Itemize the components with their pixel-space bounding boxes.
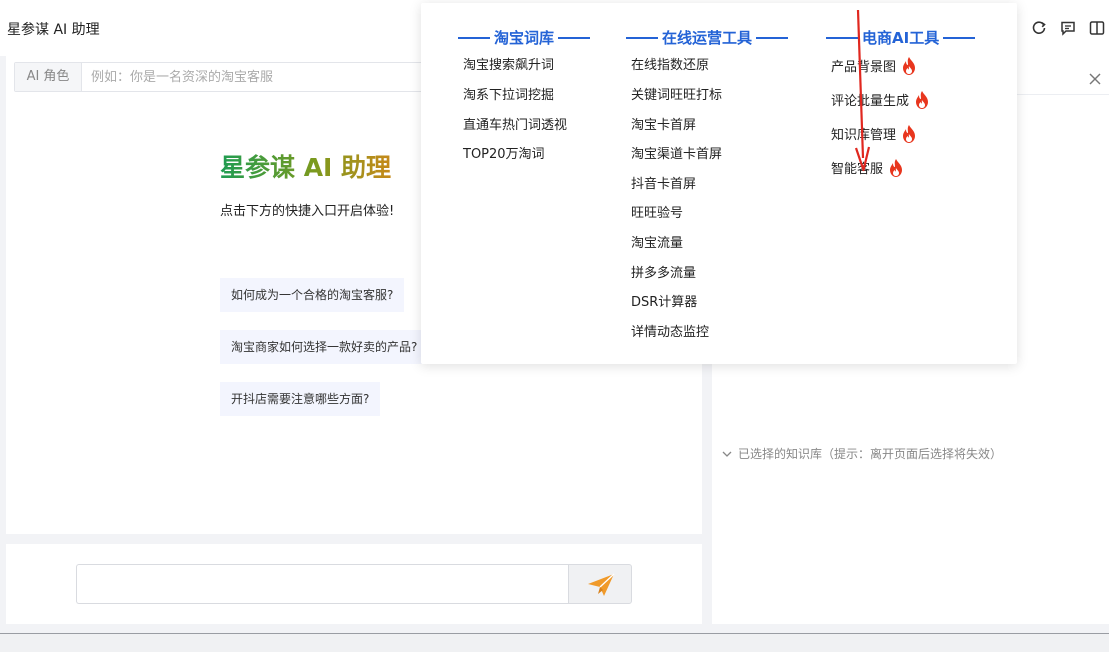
fire-icon [903,57,916,75]
status-strip [0,634,1109,652]
fire-icon [903,125,916,143]
welcome-title: 星参谋 AI 助理 [220,148,391,184]
app-title: 星参谋 AI 助理 [7,22,100,38]
split-view-icon[interactable] [1089,20,1105,36]
menu-item[interactable]: DSR计算器 [631,291,697,310]
menu-item-hot[interactable]: 评论批量生成 [831,90,929,109]
menu-item[interactable]: 淘宝搜索飙升词 [463,54,554,73]
chat-input-panel [6,544,702,624]
menu-heading-taobao-words: 淘宝词库 [458,27,591,47]
tools-dropdown-menu: 淘宝词库 淘宝搜索飙升词 淘系下拉词挖掘 直通车热门词透视 TOP20万淘词 在… [421,3,1017,364]
menu-item[interactable]: 关键词旺旺打标 [631,84,722,103]
menu-item[interactable]: 淘宝卡首屏 [631,114,696,133]
chevron-down-icon [722,447,732,461]
close-icon[interactable] [1089,70,1101,85]
welcome-subtitle: 点击下方的快捷入口开启体验! [220,204,395,219]
selected-knowledge-label: 已选择的知识库（提示：离开页面后选择将失效） [738,447,1003,461]
menu-item[interactable]: 拼多多流量 [631,262,696,281]
paper-plane-icon [588,573,615,596]
menu-item[interactable]: 淘系下拉词挖掘 [463,84,554,103]
suggestion-item[interactable]: 如何成为一个合格的淘宝客服? [220,278,405,312]
send-button[interactable] [568,564,632,604]
suggestion-item[interactable]: 淘宝商家如何选择一款好卖的产品? [220,330,429,364]
selected-knowledge-toggle[interactable]: 已选择的知识库（提示：离开页面后选择将失效） [722,445,1002,462]
fire-icon [916,91,929,109]
menu-item[interactable]: 旺旺验号 [631,202,683,221]
fire-icon [890,159,903,177]
chat-icon[interactable] [1060,20,1076,36]
menu-item[interactable]: 淘宝流量 [631,232,683,251]
menu-item[interactable]: 详情动态监控 [631,321,709,340]
menu-item[interactable]: 抖音卡首屏 [631,173,696,192]
refresh-icon[interactable] [1031,20,1047,36]
chat-input[interactable] [76,564,569,604]
suggestion-item[interactable]: 开抖店需要注意哪些方面? [220,382,381,416]
role-input[interactable] [91,63,411,91]
menu-heading-online-tools: 在线运营工具 [626,27,789,47]
menu-item[interactable]: 在线指数还原 [631,54,709,73]
menu-item[interactable]: 直通车热门词透视 [463,114,567,133]
role-label: AI 角色 [15,63,82,91]
menu-item[interactable]: 淘宝渠道卡首屏 [631,143,722,162]
menu-item[interactable]: TOP20万淘词 [463,143,545,162]
annotation-arrow-icon [854,9,871,172]
